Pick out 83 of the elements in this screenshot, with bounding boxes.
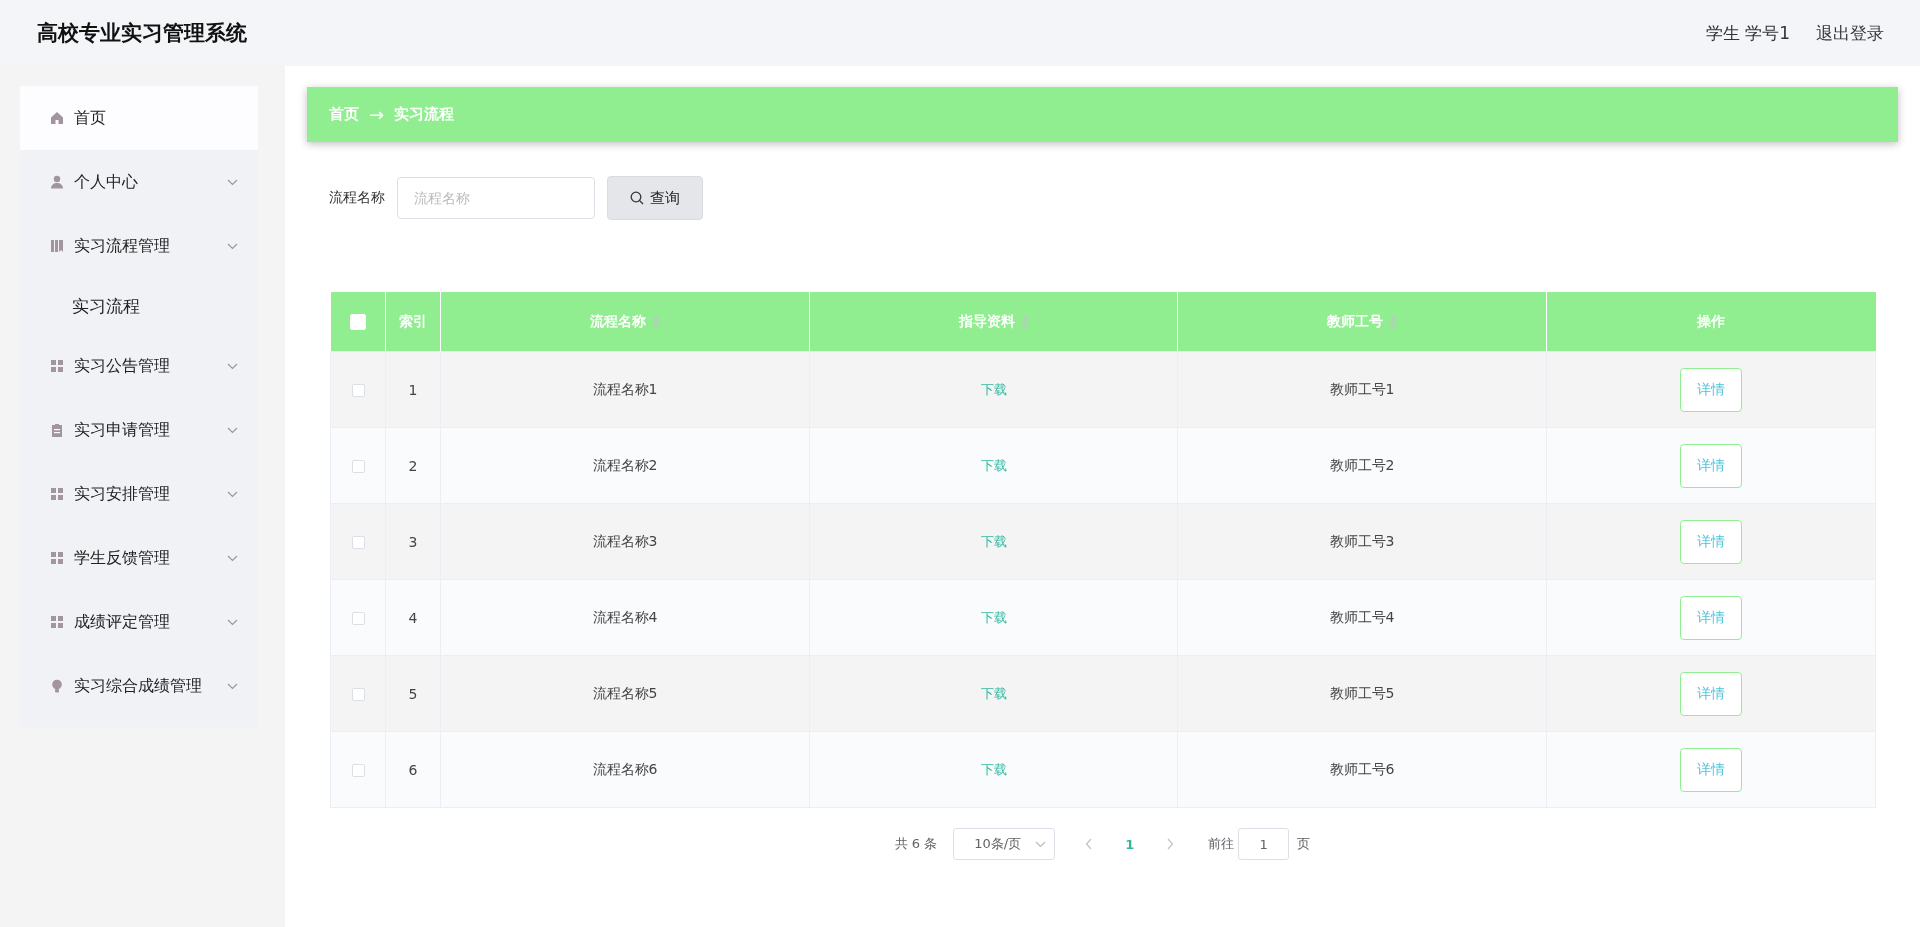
row-checkbox[interactable] [351, 460, 365, 473]
clipboard-icon [50, 423, 64, 437]
details-button[interactable]: 详情 [1680, 595, 1742, 640]
download-link[interactable]: 下载 [980, 685, 1007, 701]
page-number[interactable]: 1 [1115, 836, 1145, 852]
table-cell: 流程名称3 [592, 532, 658, 549]
next-page-icon[interactable] [1166, 838, 1175, 850]
sidebar-item[interactable]: 实习公告管理 [20, 334, 258, 398]
sidebar-item[interactable]: 首页 [20, 86, 258, 150]
table-cell: 流程名称2 [592, 456, 658, 473]
table-cell: 流程名称6 [592, 760, 658, 777]
search-field[interactable]: 流程名称 [397, 177, 595, 219]
details-button[interactable]: 详情 [1680, 671, 1742, 716]
table-cell: 教师工号5 [1329, 684, 1395, 701]
table-cell: 流程名称1 [592, 380, 658, 397]
submenu-item[interactable]: 实习流程 [20, 278, 258, 334]
column-header[interactable]: 教师工号 [1327, 312, 1397, 331]
page-size-select[interactable]: 10条/页 [953, 828, 1056, 860]
index-cell: 6 [408, 761, 418, 778]
select-all-checkbox[interactable] [349, 314, 366, 330]
sidebar-item[interactable]: 实习流程管理 [20, 214, 258, 278]
sidebar-item[interactable]: 实习申请管理 [20, 398, 258, 462]
total-count: 共 6 条 [894, 835, 938, 853]
app-title: 高校专业实习管理系统 [37, 20, 248, 47]
book-icon [50, 239, 64, 253]
user-icon [50, 175, 64, 189]
prev-page-icon[interactable] [1085, 838, 1094, 850]
details-button[interactable]: 详情 [1680, 747, 1742, 792]
table-cell: 流程名称4 [592, 608, 658, 625]
sidebar-item[interactable]: 实习综合成绩管理 [20, 654, 258, 718]
row-checkbox[interactable] [351, 764, 365, 777]
sort-icon [1020, 314, 1029, 329]
logout-link[interactable]: 退出登录 [1816, 21, 1884, 45]
sidebar-item[interactable]: 个人中心 [20, 150, 258, 214]
bulb-icon [50, 679, 64, 693]
index-cell: 2 [408, 457, 418, 474]
column-header: 索引 [399, 312, 427, 331]
page-suffix: 页 [1297, 835, 1311, 853]
row-checkbox[interactable] [351, 688, 365, 701]
details-button[interactable]: 详情 [1680, 443, 1742, 488]
sidebar-item[interactable]: 实习安排管理 [20, 462, 258, 526]
column-header: 操作 [1697, 312, 1726, 331]
table-cell: 教师工号2 [1329, 456, 1395, 473]
row-checkbox[interactable] [351, 536, 365, 549]
row-checkbox[interactable] [351, 384, 365, 397]
sort-icon [652, 314, 660, 329]
row-checkbox[interactable] [351, 612, 365, 625]
table-cell: 教师工号3 [1329, 532, 1395, 549]
download-link[interactable]: 下载 [980, 381, 1007, 397]
search-button[interactable]: 查询 [607, 176, 703, 220]
table-cell: 流程名称5 [592, 684, 658, 701]
sidebar-item[interactable]: 成绩评定管理 [20, 590, 258, 654]
goto-page-field[interactable]: 1 [1238, 828, 1290, 860]
details-button[interactable]: 详情 [1680, 519, 1742, 564]
grid-icon [50, 615, 64, 629]
breadcrumb-item[interactable]: 首页 [329, 105, 359, 124]
column-header[interactable]: 指导资料 [958, 312, 1029, 331]
column-header[interactable]: 流程名称 [590, 312, 660, 331]
index-cell: 4 [408, 609, 418, 626]
download-link[interactable]: 下载 [980, 761, 1007, 777]
search-label: 流程名称 [329, 189, 385, 207]
table-cell: 教师工号4 [1329, 608, 1395, 625]
details-button[interactable]: 详情 [1680, 367, 1742, 412]
index-cell: 5 [408, 685, 418, 702]
chevron-down-icon [1035, 840, 1047, 848]
search-icon [630, 191, 644, 205]
home-icon [50, 111, 64, 125]
grid-icon [50, 487, 64, 501]
goto-label: 前往 [1208, 835, 1235, 853]
download-link[interactable]: 下载 [980, 457, 1007, 473]
index-cell: 3 [408, 533, 418, 550]
user-label: 学生 学号1 [1705, 21, 1790, 45]
download-link[interactable]: 下载 [980, 609, 1007, 625]
sort-icon [1389, 314, 1397, 329]
index-cell: 1 [408, 381, 418, 398]
breadcrumb-item[interactable]: 实习流程 [394, 105, 455, 124]
breadcrumb-separator: → [369, 104, 385, 125]
sidebar-item[interactable]: 学生反馈管理 [20, 526, 258, 590]
table-cell: 教师工号1 [1329, 380, 1395, 397]
grid-icon [50, 359, 64, 373]
download-link[interactable]: 下载 [980, 533, 1007, 549]
grid-icon [50, 551, 64, 565]
table-cell: 教师工号6 [1329, 760, 1395, 777]
